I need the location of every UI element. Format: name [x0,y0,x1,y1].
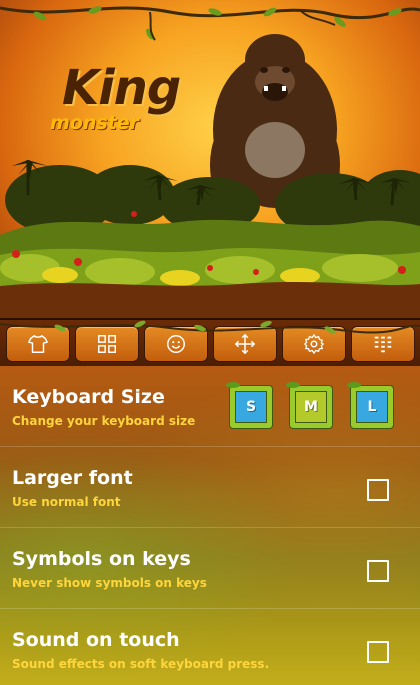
keyboard-size-row: Keyboard Size Change your keyboard size … [0,366,420,447]
size-medium-button[interactable]: M [286,382,332,428]
settings-list: Keyboard Size Change your keyboard size … [0,366,420,685]
theme-logo: King monster [50,60,192,140]
size-large-label: L [367,399,377,415]
size-small-label: S [245,399,257,415]
theme-button[interactable] [6,326,70,362]
size-small-button[interactable]: S [226,382,272,428]
logo-subtitle: monster [50,112,140,134]
larger-font-checkbox[interactable] [367,479,389,501]
larger-font-title: Larger font [12,467,133,489]
keyboard-size-title: Keyboard Size [12,386,165,408]
symbols-on-keys-checkbox[interactable] [367,560,389,582]
sound-on-touch-row[interactable]: Sound on touch Sound effects on soft key… [0,609,420,685]
symbols-on-keys-subtitle: Never show symbols on keys [12,576,207,590]
smiley-icon [167,335,185,353]
grid-icon [98,335,116,353]
sound-on-touch-checkbox[interactable] [367,641,389,663]
resize-button[interactable] [213,326,277,362]
logo-title: King [62,60,181,116]
keypad-icon [374,336,392,353]
gear-icon [304,334,324,354]
symbols-on-keys-row[interactable]: Symbols on keys Never show symbols on ke… [0,528,420,609]
larger-font-subtitle: Use normal font [12,495,121,509]
move-arrows-icon [234,333,256,355]
jungle-illustration [0,6,420,318]
settings-button[interactable] [282,326,346,362]
theme-preview-banner: King monster [0,0,420,318]
sound-on-touch-subtitle: Sound effects on soft keyboard press. [12,657,270,671]
keypad-button[interactable] [351,326,415,362]
sound-on-touch-title: Sound on touch [12,629,180,651]
larger-font-row[interactable]: Larger font Use normal font [0,447,420,528]
keyboard-size-subtitle: Change your keyboard size [12,414,196,428]
symbols-on-keys-title: Symbols on keys [12,548,191,570]
size-medium-label: M [304,399,318,415]
tshirt-icon [28,335,48,353]
emoji-button[interactable] [144,326,208,362]
settings-toolbar [0,318,420,368]
layout-button[interactable] [75,326,139,362]
size-large-button[interactable]: L [347,382,393,428]
